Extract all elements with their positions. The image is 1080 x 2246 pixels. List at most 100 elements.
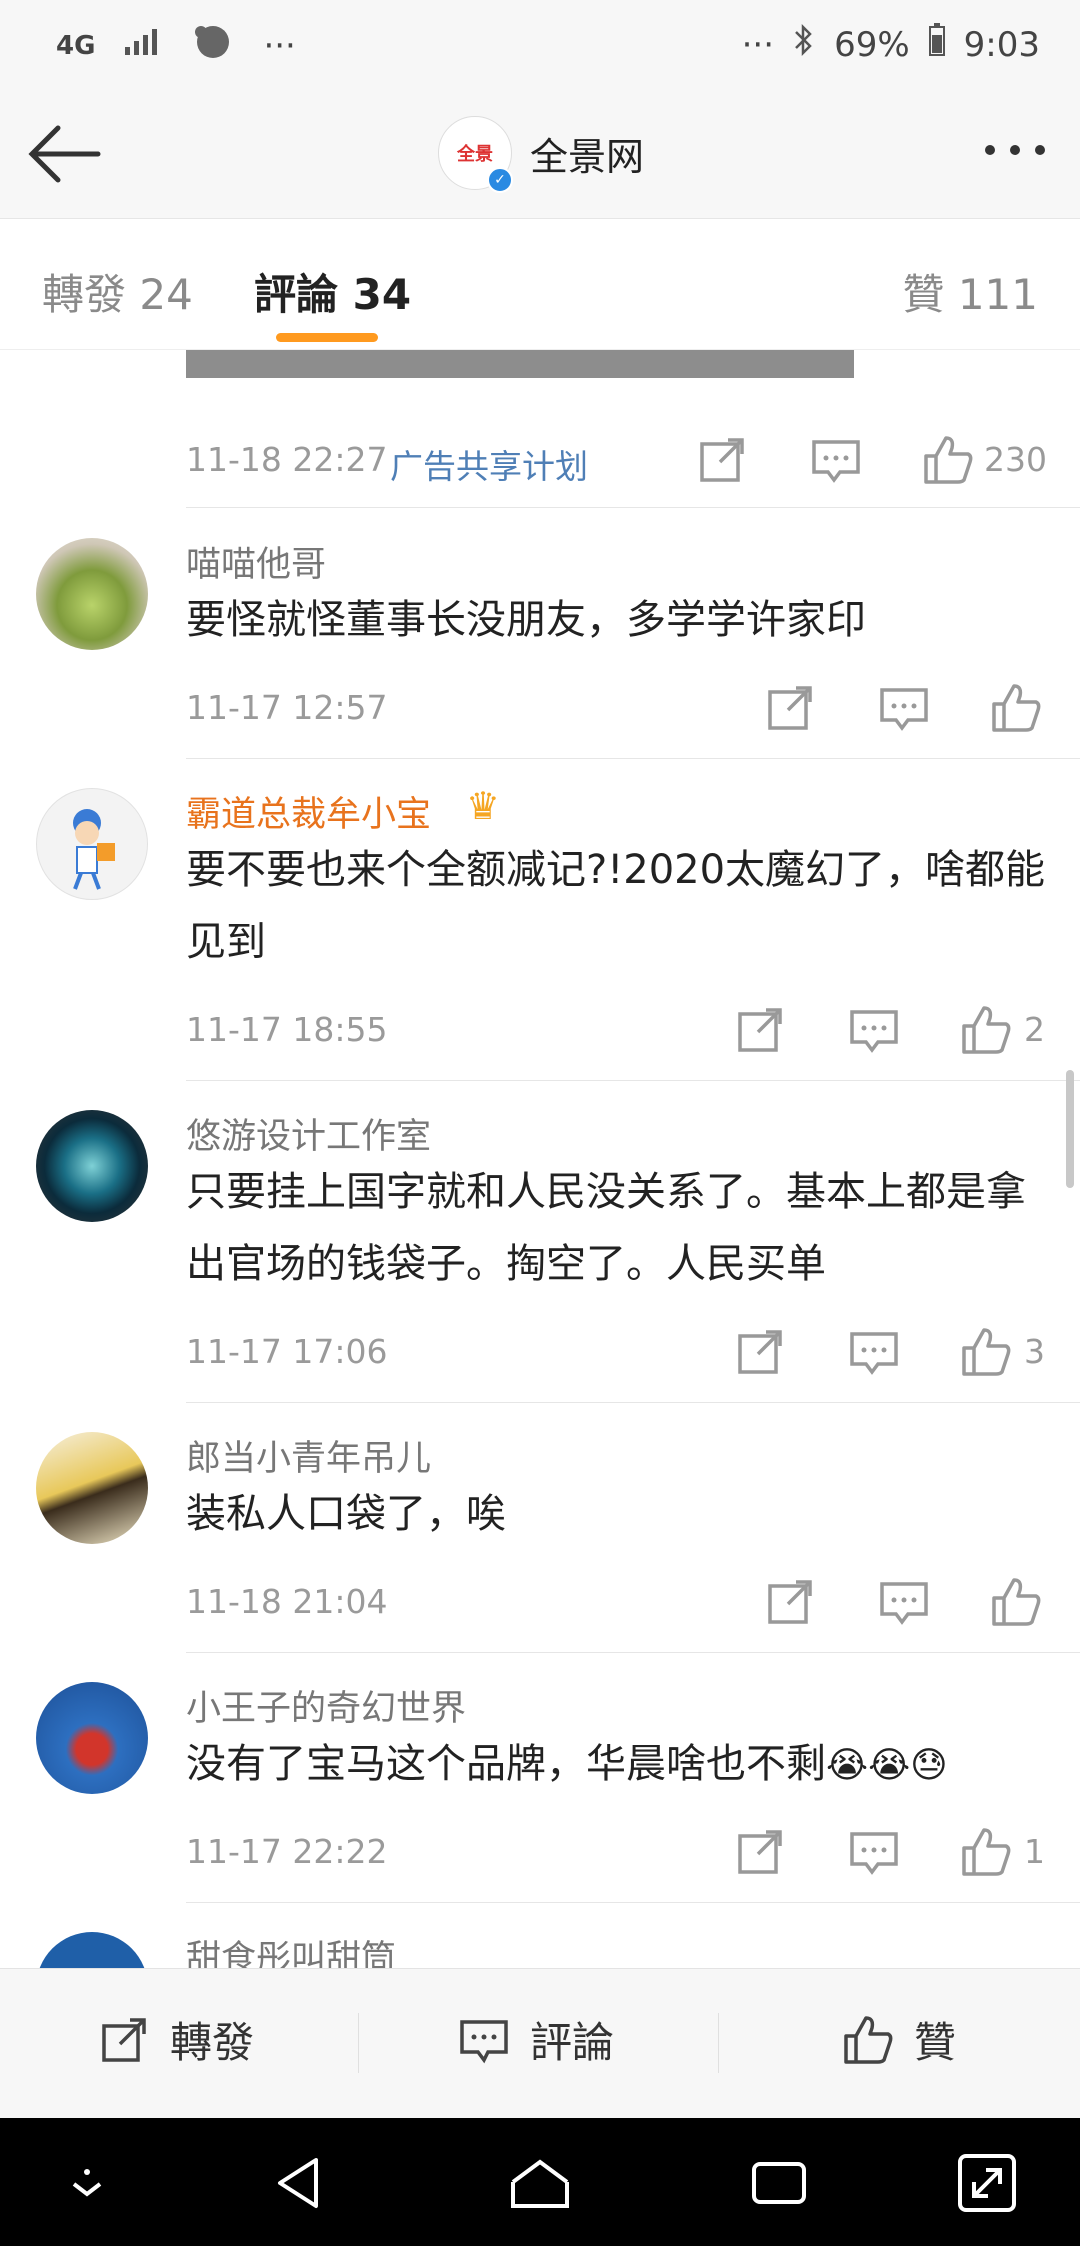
more-status-indicator: ··· xyxy=(741,24,775,65)
comment-like-button[interactable] xyxy=(986,678,1046,738)
thumbs-up-icon xyxy=(962,1006,1011,1054)
comment-reply-button[interactable] xyxy=(844,1322,904,1382)
comment-meta-row: 11-17 12:57 xyxy=(186,678,1046,738)
comment-meta-row: 11-17 17:06 3 xyxy=(186,1322,1046,1382)
account-avatar[interactable]: 全景 ✓ xyxy=(438,116,513,193)
more-options-button[interactable] xyxy=(980,130,1050,170)
comment-repost-button[interactable] xyxy=(760,678,820,738)
nav-back-button[interactable] xyxy=(266,2148,336,2218)
comment-like-button[interactable] xyxy=(956,1822,1016,1882)
commenter-name[interactable]: 悠游设计工作室 xyxy=(186,1108,431,1159)
comment-reply-button[interactable] xyxy=(874,678,934,738)
separator xyxy=(718,2013,719,2073)
post-source-link[interactable]: 广告共享计划 xyxy=(390,440,588,488)
thumbs-up-icon xyxy=(992,684,1041,732)
comment-emoji: 😭😭😓 xyxy=(826,1745,948,1786)
active-tab-indicator xyxy=(276,333,378,342)
comment-reply-button[interactable] xyxy=(844,1000,904,1060)
comment-repost-button[interactable] xyxy=(730,1822,790,1882)
comment-item: 喵喵他哥 要怪就怪董事长没朋友，多学学许家印 11-17 12:57 xyxy=(0,530,1080,758)
comment-repost-button[interactable] xyxy=(730,1322,790,1382)
account-logo-text: 全景 xyxy=(457,144,493,165)
like-count: 1 xyxy=(1024,1832,1045,1871)
thumbs-up-icon xyxy=(962,1828,1011,1876)
comment-icon xyxy=(850,1010,898,1053)
avatar[interactable] xyxy=(36,788,148,900)
comment-icon xyxy=(880,1582,928,1625)
comment-repost-button[interactable] xyxy=(760,1572,820,1632)
nav-expand-button[interactable] xyxy=(952,2148,1022,2218)
avatar[interactable] xyxy=(36,1682,148,1794)
comment-meta-row: 11-17 18:55 2 xyxy=(186,1000,1046,1060)
share-icon xyxy=(768,1580,812,1624)
network-4g-icon: 4G xyxy=(56,30,96,61)
divider xyxy=(186,1902,1080,1903)
comment-button[interactable] xyxy=(806,430,866,490)
nav-home-button[interactable] xyxy=(505,2148,575,2218)
comment-like-button[interactable] xyxy=(956,1000,1016,1060)
share-icon xyxy=(700,438,744,482)
comment-time: 11-17 12:57 xyxy=(186,688,388,727)
commenter-name[interactable]: 甜食彤叫甜筒 xyxy=(186,1930,396,1968)
comment-text: 只要挂上国字就和人民没关系了。基本上都是拿出官场的钱袋子。掏空了。人民买单 xyxy=(186,1169,1026,1287)
comment-item: 甜食彤叫甜筒 xyxy=(0,1924,1080,1968)
avatar[interactable] xyxy=(36,1932,148,1968)
comment-reply-button[interactable] xyxy=(844,1822,904,1882)
expand-icon xyxy=(958,2154,1016,2212)
comment-time: 11-18 21:04 xyxy=(186,1582,388,1621)
battery-percentage: 69% xyxy=(834,24,910,65)
comment-reply-button[interactable] xyxy=(874,1572,934,1632)
like-button[interactable] xyxy=(918,430,978,490)
avatar[interactable] xyxy=(36,1110,148,1222)
thumbs-up-icon xyxy=(844,2015,893,2064)
scrollbar[interactable] xyxy=(1066,1070,1074,1188)
back-arrow-icon xyxy=(28,125,101,183)
divider xyxy=(186,507,1080,508)
comment-time: 11-17 18:55 xyxy=(186,1010,388,1049)
avatar[interactable] xyxy=(36,538,148,650)
comment-text: 装私人口袋了，唉 xyxy=(186,1491,506,1537)
comment-repost-button[interactable] xyxy=(730,1000,790,1060)
tab-reposts[interactable]: 轉發 24 xyxy=(42,261,193,322)
back-button[interactable] xyxy=(28,118,104,190)
clock: 9:03 xyxy=(963,24,1040,65)
comment-like-button[interactable] xyxy=(956,1322,1016,1382)
verified-badge-icon: ✓ xyxy=(487,167,513,193)
comment-icon xyxy=(850,1832,898,1875)
comment-item: 霸道总裁牟小宝 ♛ 要不要也来个全额减记?!2020太魔幻了，啥都能见到 11-… xyxy=(0,780,1080,1080)
commenter-name[interactable]: 郎当小青年吊儿 xyxy=(186,1430,431,1481)
bottom-repost-button[interactable]: 轉發 xyxy=(98,2009,254,2070)
nav-recents-button[interactable] xyxy=(744,2148,814,2218)
app-bar: 全景 ✓ 全景网 xyxy=(0,90,1080,219)
avatar[interactable] xyxy=(36,1432,148,1544)
post-image-bottom[interactable] xyxy=(186,350,854,378)
comment-item: 郎当小青年吊儿 装私人口袋了，唉 11-18 21:04 xyxy=(0,1424,1080,1652)
comment-icon xyxy=(850,1332,898,1375)
divider xyxy=(186,1402,1080,1403)
comment-text: 要怪就怪董事长没朋友，多学学许家印 xyxy=(186,597,866,643)
comment-icon xyxy=(460,2019,508,2063)
share-icon xyxy=(768,686,812,730)
repost-button[interactable] xyxy=(692,430,752,490)
comment-like-button[interactable] xyxy=(986,1572,1046,1632)
tab-comments[interactable]: 評論 34 xyxy=(254,261,411,322)
battery-icon xyxy=(928,23,946,66)
commenter-name[interactable]: 霸道总裁牟小宝 xyxy=(186,786,431,837)
like-count: 2 xyxy=(1024,1010,1045,1049)
nav-hide-button[interactable] xyxy=(52,2148,122,2218)
comment-meta-row: 11-18 21:04 xyxy=(186,1572,1046,1632)
bottom-like-button[interactable]: 贊 xyxy=(842,2009,956,2070)
comment-meta-row: 11-17 22:22 1 xyxy=(186,1822,1046,1882)
post-meta-row: 11-18 22:27 广告共享计划 230 xyxy=(186,430,1047,490)
comment-text: 没有了宝马这个品牌，华晨啥也不剩😭😭😓 xyxy=(186,1728,1046,1802)
thumbs-up-icon xyxy=(992,1578,1041,1626)
comment-text: 要不要也来个全额减记?!2020太魔幻了，啥都能见到 xyxy=(186,847,1046,965)
recents-icon xyxy=(752,2162,806,2204)
bottom-comment-button[interactable]: 評論 xyxy=(458,2009,614,2070)
account-title[interactable]: 全景 ✓ 全景网 xyxy=(438,116,644,193)
tab-likes[interactable]: 贊 111 xyxy=(902,261,1038,322)
commenter-name[interactable]: 喵喵他哥 xyxy=(186,536,326,587)
commenter-name[interactable]: 小王子的奇幻世界 xyxy=(186,1680,466,1731)
comment-item: 小王子的奇幻世界 没有了宝马这个品牌，华晨啥也不剩😭😭😓 11-17 22:22… xyxy=(0,1674,1080,1902)
more-notifications-indicator: ··· xyxy=(263,25,296,66)
